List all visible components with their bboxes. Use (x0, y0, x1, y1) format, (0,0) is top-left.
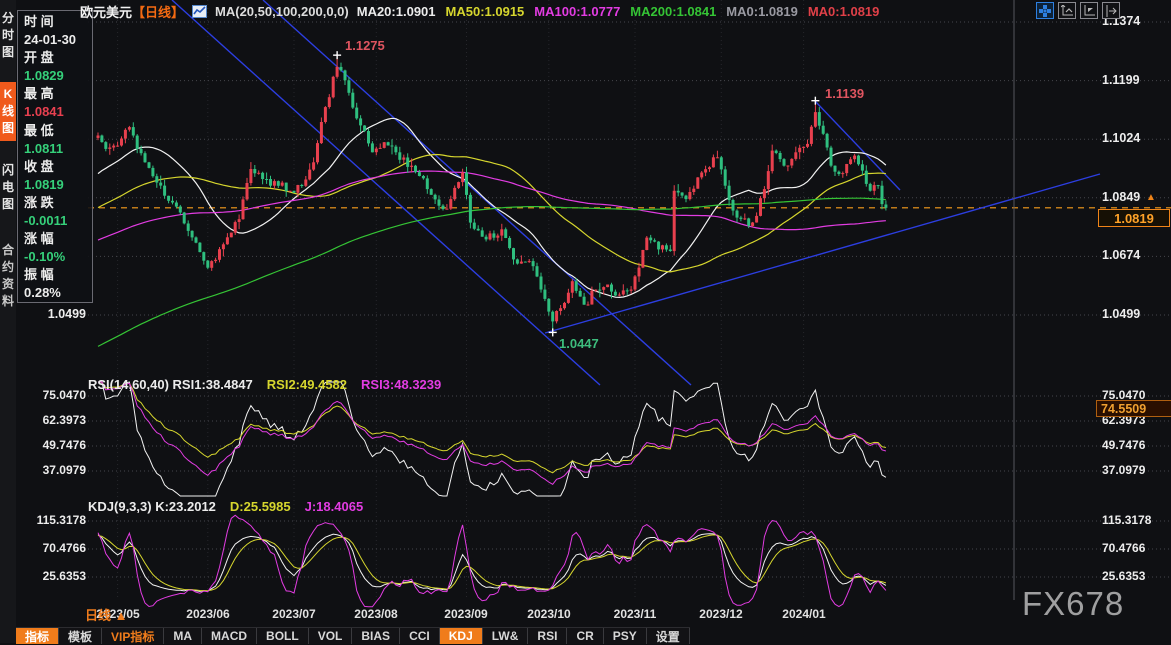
date-axis-label: 2023/12 (686, 607, 756, 621)
info-label: 最 低 (24, 122, 92, 140)
toolbar-button-macd[interactable]: MACD (202, 628, 257, 644)
toolbar-button-vip[interactable]: VIP指标 (102, 628, 164, 644)
indicator-toolbar: 指标模板VIP指标MAMACDBOLLVOLBIASCCIKDJLW&RSICR… (16, 627, 690, 644)
date-axis-label: 2023/07 (259, 607, 329, 621)
ma-readout: MA0:1.0819 (808, 4, 880, 19)
current-price-badge: 1.0819 (1098, 209, 1170, 227)
rsi-indicator-header: RSI(14,60,40) RSI1:38.4847 RSI2:49.4582 RS… (88, 377, 441, 392)
price-axis-label: 1.1024 (1102, 131, 1140, 145)
ma-readout: MA20:1.0901 (357, 4, 436, 19)
kdj-axis-label-left: 70.4766 (16, 541, 86, 555)
ma-readouts: MA20:1.0901 MA50:1.0915 MA100:1.0777 MA200:… (357, 4, 880, 19)
info-label: 振 幅 (24, 266, 92, 284)
toolbar-button-ma[interactable]: MA (164, 628, 202, 644)
rsi-axis-label-right: 37.0979 (1102, 463, 1145, 477)
toolbar-button-boll[interactable]: BOLL (257, 628, 309, 644)
rsi-header-segment: RSI3:48.3239 (361, 377, 441, 392)
crosshair-grid-icon[interactable] (1036, 2, 1054, 19)
info-value: 24-01-30 (24, 31, 92, 49)
price-axis-label: 1.0499 (1102, 307, 1140, 321)
date-axis-label: 2023/06 (173, 607, 243, 621)
info-label: 涨 幅 (24, 230, 92, 248)
ma-readout: MA50:1.0915 (446, 4, 525, 19)
left-tab-strip: 分时图 K线图闪电图合约资料 (0, 0, 16, 643)
kdj-axis-label-right: 115.3178 (1102, 513, 1151, 527)
price-axis-label-left: 1.0499 (40, 307, 86, 321)
date-axis-label: 2023/09 (431, 607, 501, 621)
axis-scale-icon[interactable] (1058, 2, 1076, 19)
toolbar-button-rsi[interactable]: RSI (528, 628, 567, 644)
toolbar-button-psy[interactable]: PSY (604, 628, 647, 644)
price-annotation: 1.1139 (825, 86, 864, 101)
period-tag: 【日线】 (132, 2, 184, 21)
ma-readout: MA100:1.0777 (534, 4, 620, 19)
toolbar-button-kdj[interactable]: KDJ (440, 628, 483, 644)
rsi-axis-label-left: 49.7476 (16, 438, 86, 452)
rsi-axis-label-right: 49.7476 (1102, 438, 1145, 452)
trading-app-window: { "header": { "symbol": "欧元美元", "period_… (0, 0, 1171, 643)
info-label: 开 盘 (24, 49, 92, 67)
kdj-header-segment: D:25.5985 (230, 499, 291, 514)
rsi-header-segment: RSI2:49.4582 (267, 377, 347, 392)
quote-info-panel: 时 间24-01-30开 盘1.0829最 高1.0841最 低1.0811收 … (17, 10, 93, 303)
toolbar-button-[interactable]: 指标 (16, 628, 59, 644)
info-value: 1.0819 (24, 176, 92, 194)
toolbar-button-[interactable]: 模板 (59, 628, 102, 644)
rsi-axis-label-left: 75.0470 (16, 388, 86, 402)
info-label: 涨 跌 (24, 194, 92, 212)
toolbar-button-cr[interactable]: CR (567, 628, 603, 644)
toolbar-button-lw[interactable]: LW& (483, 628, 529, 644)
kdj-header-segment: KDJ(9,3,3) K:23.2012 (88, 499, 216, 514)
price-axis-label: 1.0849 (1102, 190, 1140, 204)
watermark: FX678 (1022, 585, 1124, 623)
date-axis-label: 2023/10 (514, 607, 584, 621)
chart-header: 欧元美元【日线】 MA(20,50,100,200,0,0) MA20:1.09… (80, 3, 879, 19)
date-axis-label: 2023/11 (600, 607, 670, 621)
rsi-value-badge: 74.5509 (1096, 400, 1171, 417)
axis-flag-icon[interactable] (1080, 2, 1098, 19)
sidebar-tab-contract-info[interactable]: 合约资料 (0, 238, 16, 314)
rsi-header-segment: RSI(14,60,40) RSI1:38.4847 (88, 377, 253, 392)
info-label: 收 盘 (24, 158, 92, 176)
kdj-header-segment: J:18.4065 (305, 499, 364, 514)
sidebar-tab-flash-chart[interactable]: 闪电图 (0, 158, 16, 217)
toolbar-button-cci[interactable]: CCI (400, 628, 440, 644)
ma-readout: MA0:1.0819 (726, 4, 798, 19)
price-annotation: 1.0447 (559, 336, 599, 351)
toolbar-button-bias[interactable]: BIAS (352, 628, 400, 644)
price-up-arrow-icon: ▲ (1146, 193, 1156, 203)
rsi-axis-label-left: 37.0979 (16, 463, 86, 477)
chart-tool-icons (1036, 2, 1120, 19)
price-annotation: 1.1275 (345, 38, 385, 53)
info-value: 1.0829 (24, 67, 92, 85)
date-axis-label: 2023/08 (341, 607, 411, 621)
kdj-axis-label-left: 25.6353 (16, 569, 86, 583)
info-label: 最 高 (24, 85, 92, 103)
info-value: -0.10% (24, 248, 92, 266)
kdj-axis-label-left: 115.3178 (16, 513, 86, 527)
symbol-title: 欧元美元 (80, 2, 132, 21)
price-axis-label: 1.0674 (1102, 248, 1140, 262)
sidebar-tab-kline-chart[interactable]: K线图 (0, 82, 16, 141)
price-axis-label: 1.1199 (1102, 73, 1140, 87)
sidebar-tab-time-chart[interactable]: 分时图 (0, 6, 16, 65)
kdj-indicator-header: KDJ(9,3,3) K:23.2012 D:25.5985 J:18.4065 (88, 499, 363, 514)
pan-right-icon[interactable] (1102, 2, 1120, 19)
info-value: 1.0841 (24, 103, 92, 121)
info-value: 0.28% (24, 284, 92, 302)
date-axis-label: 2024/01 (769, 607, 839, 621)
info-value: -0.0011 (24, 212, 92, 230)
overlay-chart-icon[interactable] (192, 5, 207, 18)
kdj-axis-label-right: 70.4766 (1102, 541, 1145, 555)
ma-settings: MA(20,50,100,200,0,0) (215, 4, 349, 19)
toolbar-button-vol[interactable]: VOL (309, 628, 353, 644)
chart-canvas[interactable] (0, 0, 1171, 643)
kdj-axis-label-right: 25.6353 (1102, 569, 1145, 583)
toolbar-button-[interactable]: 设置 (647, 628, 690, 644)
period-selector[interactable]: 日线 ▲ (85, 605, 127, 624)
ma-readout: MA200:1.0841 (630, 4, 716, 19)
rsi-axis-label-left: 62.3973 (16, 413, 86, 427)
info-value: 1.0811 (24, 140, 92, 158)
